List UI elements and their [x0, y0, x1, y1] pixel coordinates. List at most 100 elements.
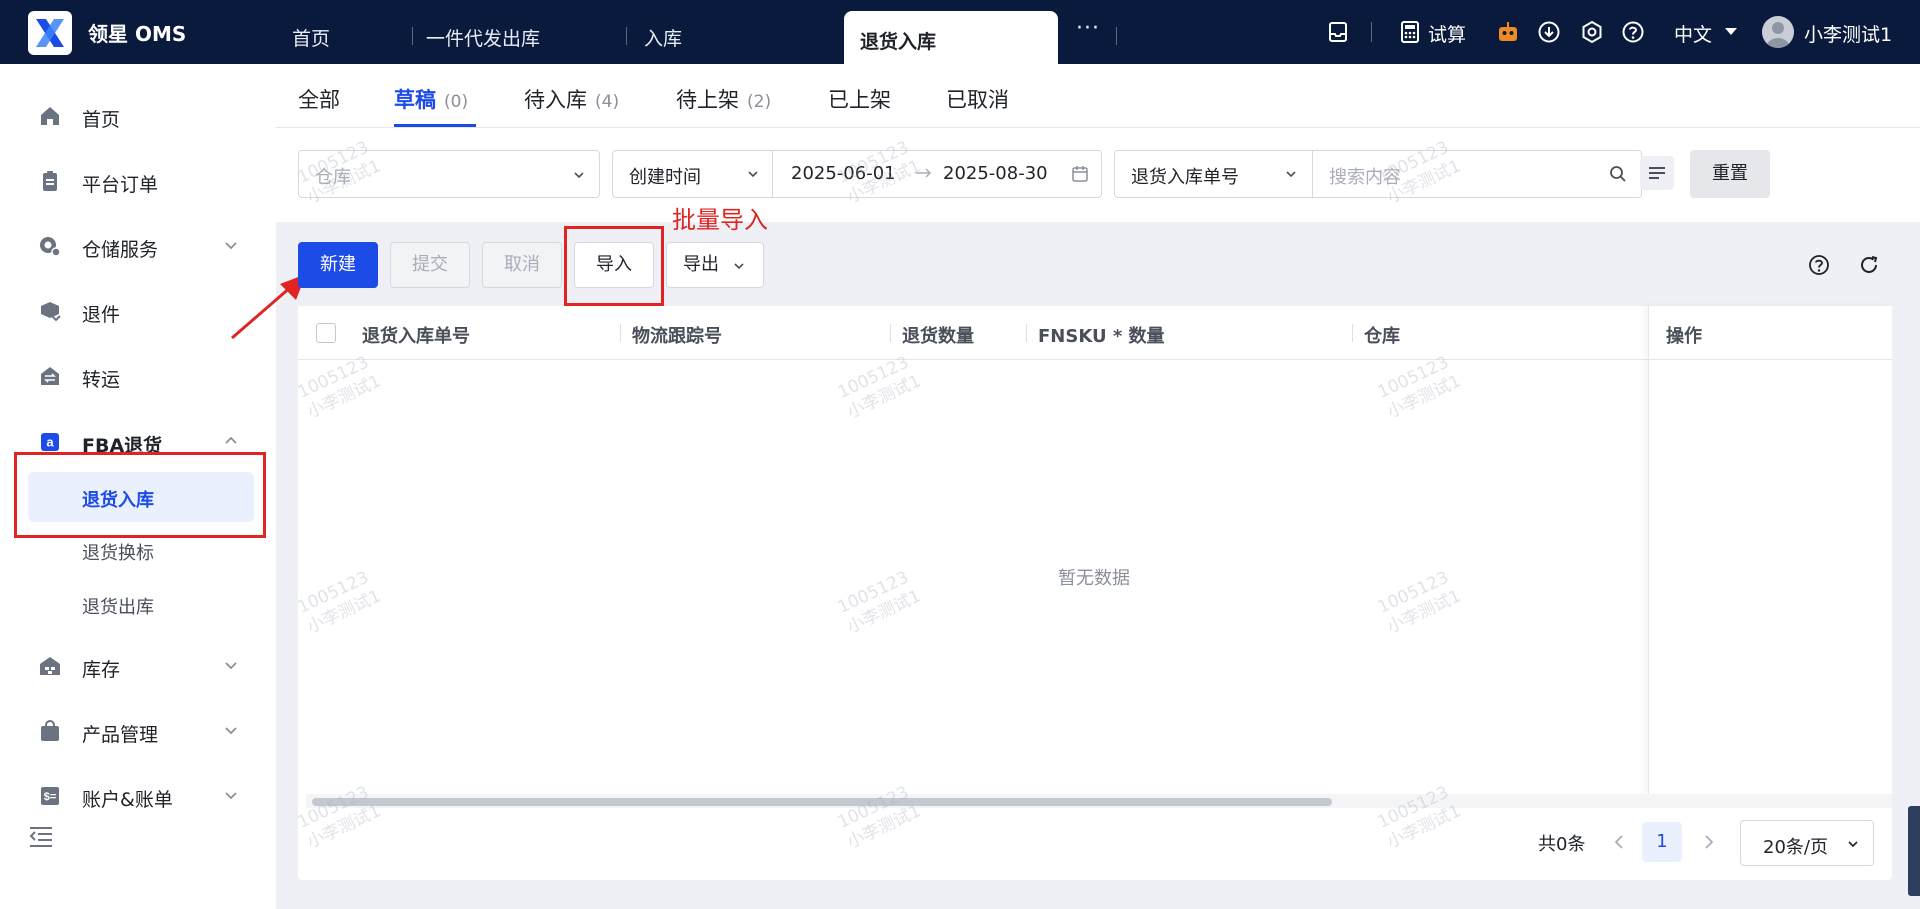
app-logo[interactable] [28, 11, 72, 55]
robot-icon[interactable] [1496, 20, 1520, 44]
date-end[interactable]: 2025-08-30 [943, 163, 1048, 184]
sidebar-item-inventory[interactable]: 库存 [0, 646, 276, 686]
inventory-icon [40, 657, 60, 675]
tab-shelved[interactable]: 已上架 [828, 84, 891, 114]
refresh-icon[interactable] [1858, 254, 1880, 276]
user-avatar-icon [1767, 22, 1789, 48]
status-tabs: 全部 草稿 (0) 待入库 (4) 待上架 (2) 已上架 已取消 [276, 64, 1920, 128]
transfer-icon [41, 367, 59, 385]
column-resizer[interactable] [1026, 324, 1027, 342]
collapse-sidebar-icon[interactable] [28, 824, 54, 848]
tab-return-inbound-label: 退货入库 [860, 31, 937, 53]
chevron-down-icon [225, 727, 237, 735]
username[interactable]: 小李测试1 [1804, 20, 1892, 47]
sidebar-item-warehouse-services[interactable]: 仓储服务 [0, 226, 276, 266]
help-icon[interactable] [1621, 20, 1645, 44]
chevron-left-icon[interactable] [1612, 834, 1626, 850]
tab-draft[interactable]: 草稿 (0) [394, 84, 468, 114]
language-select[interactable]: 中文 [1674, 20, 1712, 47]
caret-down-icon[interactable] [1724, 27, 1738, 37]
chevron-down-icon [225, 242, 237, 250]
warehouse-select[interactable]: 仓库 [298, 150, 600, 198]
sidebar-item-label: 产品管理 [82, 724, 159, 746]
time-type-select[interactable]: 创建时间 [613, 151, 773, 197]
avatar[interactable] [1762, 16, 1794, 48]
reset-button[interactable]: 重置 [1690, 150, 1770, 198]
app-brand: 领星 OMS [88, 22, 187, 46]
more-tabs-icon[interactable]: ··· [1076, 16, 1100, 41]
tab-dropship-outbound[interactable]: 一件代发出库 [426, 24, 540, 51]
submit-button[interactable]: 提交 [390, 242, 470, 288]
help-icon[interactable] [1808, 254, 1830, 276]
chevron-down-icon [734, 263, 744, 270]
shopping-bag-icon [41, 720, 59, 741]
inbox-icon[interactable] [1326, 20, 1350, 44]
cancel-button[interactable]: 取消 [482, 242, 562, 288]
tab-pending-inbound[interactable]: 待入库 (4) [524, 84, 619, 114]
sidebar-item-transfer[interactable]: 转运 [0, 356, 276, 396]
annotation-label: 批量导入 [672, 206, 768, 234]
tab-all[interactable]: 全部 [298, 84, 340, 114]
active-tab-indicator [394, 124, 476, 127]
pagination-total: 共0条 [1538, 834, 1586, 855]
sidebar-item-home[interactable]: 首页 [0, 96, 276, 136]
column-resizer[interactable] [890, 324, 891, 342]
export-button[interactable]: 导出 [666, 242, 764, 288]
floating-side-widget[interactable] [1908, 806, 1920, 896]
advanced-filter-button[interactable] [1640, 156, 1674, 190]
column-tracking-no[interactable]: 物流跟踪号 [632, 322, 722, 348]
download-icon[interactable] [1537, 20, 1561, 44]
data-table: 退货入库单号 物流跟踪号 退货数量 FNSKU * 数量 仓库 操作 暂无数据 … [298, 306, 1892, 880]
chevron-down-icon [1848, 841, 1858, 848]
horizontal-scrollbar-thumb[interactable] [312, 798, 1332, 806]
sidebar-item-product-management[interactable]: 产品管理 [0, 711, 276, 751]
tab-inbound[interactable]: 入库 [644, 24, 682, 51]
chevron-down-icon [574, 172, 584, 179]
search-input[interactable]: 搜索内容 [1329, 163, 1401, 189]
tab-pending-shelving[interactable]: 待上架 (2) [676, 84, 771, 114]
sidebar-item-platform-orders[interactable]: 平台订单 [0, 161, 276, 201]
tab-home[interactable]: 首页 [292, 24, 330, 51]
calendar-icon[interactable] [1071, 165, 1089, 183]
sidebar-item-label: 账户&账单 [82, 789, 173, 811]
tab-cancelled[interactable]: 已取消 [946, 84, 1009, 114]
date-start[interactable]: 2025-06-01 [791, 163, 896, 184]
tab-separator [626, 27, 627, 45]
column-resizer[interactable] [1352, 324, 1353, 342]
settings-icon[interactable] [1580, 20, 1604, 44]
sidebar-item-label: 仓储服务 [82, 239, 159, 261]
column-return-qty[interactable]: 退货数量 [902, 322, 974, 348]
select-all-checkbox[interactable] [316, 323, 336, 343]
top-navigation-bar: 领星 OMS 首页 一件代发出库 入库 退货入库 ··· 试算 中文 小李测试1 [0, 0, 1920, 67]
chevron-right-icon[interactable] [1702, 834, 1716, 850]
tab-separator [1116, 27, 1117, 45]
column-return-order-no[interactable]: 退货入库单号 [362, 322, 470, 348]
clipboard-icon [43, 171, 57, 191]
column-fnsku-qty[interactable]: FNSKU * 数量 [1038, 322, 1165, 348]
empty-state-text: 暂无数据 [1058, 568, 1130, 589]
chevron-down-icon [225, 792, 237, 800]
arrow-right-icon [916, 168, 932, 178]
sidebar-item-label: 库存 [82, 659, 121, 681]
calculator-icon[interactable] [1398, 20, 1422, 44]
column-resizer[interactable] [620, 324, 621, 342]
search-icon[interactable] [1609, 165, 1627, 183]
svg-text:a: a [46, 435, 54, 450]
page-size-select[interactable]: 20条/页 [1740, 820, 1874, 866]
calc-label[interactable]: 试算 [1428, 20, 1466, 47]
search-type-select[interactable]: 退货入库单号 [1115, 151, 1313, 197]
chevron-down-icon [225, 662, 237, 670]
chevron-up-icon [225, 436, 237, 444]
sidebar-item-account-billing[interactable]: $= 账户&账单 [0, 776, 276, 816]
sidebar-subitem-return-outbound[interactable]: 退货出库 [28, 579, 254, 629]
tab-return-inbound[interactable]: 退货入库 [844, 11, 1058, 67]
return-package-icon [41, 302, 61, 322]
sidebar-item-label: 首页 [82, 109, 121, 131]
tab-separator [412, 27, 413, 45]
warehouse-placeholder: 仓库 [315, 167, 351, 188]
chevron-down-icon [748, 171, 758, 178]
new-button[interactable]: 新建 [298, 242, 378, 288]
pagination-page-current[interactable]: 1 [1642, 822, 1682, 862]
column-warehouse[interactable]: 仓库 [1364, 322, 1400, 348]
operations-column-fixed [1648, 306, 1892, 794]
